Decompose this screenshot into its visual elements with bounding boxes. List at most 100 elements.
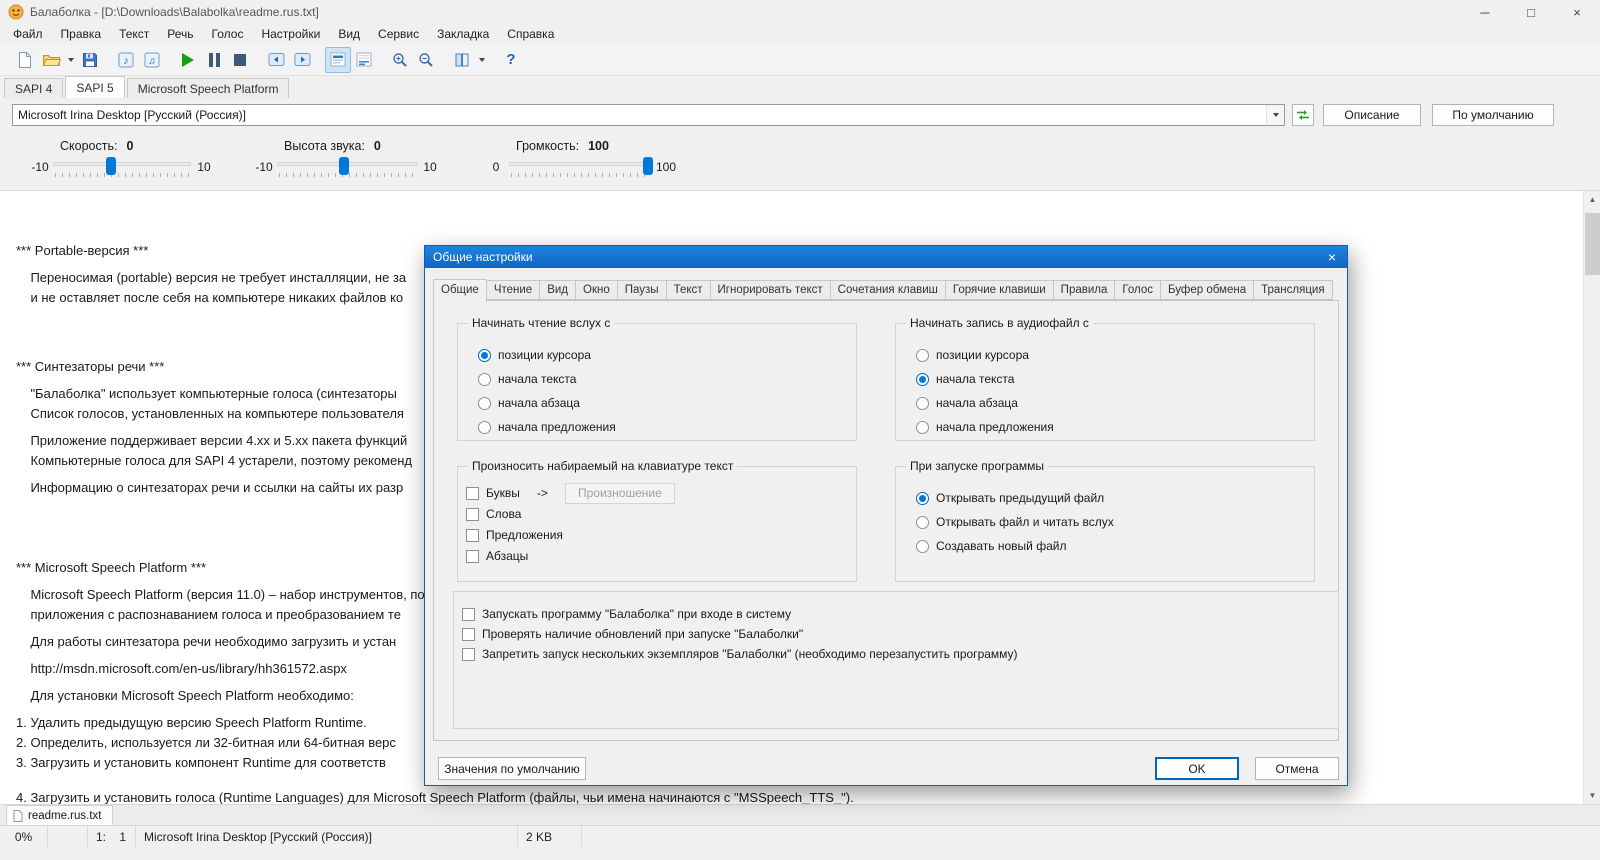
checkbox-option[interactable]: Предложения bbox=[466, 527, 856, 543]
statusbar-voice-cell: Microsoft Irina Desktop [Русский (Россия… bbox=[136, 826, 518, 847]
checkbox-option[interactable]: Запускать программу "Балаболка" при вход… bbox=[462, 606, 1338, 622]
file-tab[interactable]: readme.rus.txt bbox=[6, 805, 113, 825]
dialog-tab[interactable]: Буфер обмена bbox=[1160, 280, 1255, 300]
dialog-tab[interactable]: Текст bbox=[666, 280, 711, 300]
volume-value: 100 bbox=[588, 139, 609, 153]
checkbox-option[interactable]: Абзацы bbox=[466, 548, 856, 564]
maximize-button[interactable]: □ bbox=[1508, 0, 1554, 24]
save-file-icon[interactable] bbox=[77, 47, 103, 73]
vertical-scrollbar[interactable]: ▲ ▼ bbox=[1583, 191, 1600, 804]
radio-option[interactable]: начала абзаца bbox=[478, 395, 856, 411]
voice-default-button[interactable]: По умолчанию bbox=[1432, 103, 1554, 126]
dialog-tab[interactable]: Голос bbox=[1115, 280, 1161, 300]
radio-option[interactable]: позиции курсора bbox=[478, 347, 856, 363]
voice-select-value: Microsoft Irina Desktop [Русский (Россия… bbox=[18, 107, 246, 122]
radio-option[interactable]: начала текста bbox=[916, 371, 1314, 387]
dialog-tab[interactable]: Трансляция bbox=[1254, 280, 1333, 300]
menu-item[interactable]: Вид bbox=[329, 25, 369, 43]
radio-option[interactable]: позиции курсора bbox=[916, 347, 1314, 363]
dialog-tab[interactable]: Вид bbox=[540, 280, 577, 300]
radio-icon bbox=[916, 491, 929, 505]
help-icon[interactable]: ? bbox=[498, 47, 524, 73]
menu-item[interactable]: Справка bbox=[498, 25, 563, 43]
minimize-button[interactable]: ─ bbox=[1462, 0, 1508, 24]
misc-group: Запускать программу "Балаболка" при вход… bbox=[453, 591, 1339, 729]
voice-select[interactable]: Microsoft Irina Desktop [Русский (Россия… bbox=[12, 103, 1285, 126]
play-icon[interactable] bbox=[175, 47, 201, 73]
rate-slider-thumb[interactable] bbox=[105, 157, 116, 175]
voice-description-button[interactable]: Описание bbox=[1323, 103, 1421, 126]
checkbox-option[interactable]: Слова bbox=[466, 506, 856, 522]
pause-icon[interactable] bbox=[201, 47, 227, 73]
menu-item[interactable]: Текст bbox=[110, 25, 158, 43]
menu-item[interactable]: Речь bbox=[158, 25, 202, 43]
save-audio-icon[interactable]: ♪ bbox=[113, 47, 139, 73]
dialog-tab[interactable]: Игнорировать текст bbox=[710, 280, 831, 300]
pitch-slider-track[interactable] bbox=[277, 157, 417, 177]
dialog-titlebar[interactable]: Общие настройки × bbox=[425, 246, 1347, 268]
ok-button[interactable]: OK bbox=[1155, 757, 1239, 780]
radio-option[interactable]: начала текста bbox=[478, 371, 856, 387]
dictionary-icon[interactable] bbox=[449, 47, 475, 73]
radio-option[interactable]: начала предложения bbox=[916, 419, 1314, 435]
menu-item[interactable]: Сервис bbox=[369, 25, 428, 43]
radio-option[interactable]: начала предложения bbox=[478, 419, 856, 435]
magnifier-minus-icon[interactable] bbox=[413, 47, 439, 73]
letters-checkbox-option[interactable]: Буквы -> Произношение bbox=[466, 482, 856, 504]
file-tab-label: readme.rus.txt bbox=[28, 809, 102, 822]
magnifier-plus-icon[interactable] bbox=[387, 47, 413, 73]
scrollbar-thumb[interactable] bbox=[1585, 213, 1600, 275]
read-start-group: Начинать чтение вслух с позиции курсора … bbox=[457, 316, 857, 441]
record-start-group: Начинать запись в аудиофайл с позиции ку… bbox=[895, 316, 1315, 441]
radio-option[interactable]: Открывать предыдущий файл bbox=[916, 490, 1314, 506]
dialog-tab[interactable]: Паузы bbox=[617, 280, 667, 300]
sapi-tab[interactable]: Microsoft Speech Platform bbox=[126, 78, 290, 98]
next-fragment-icon[interactable] bbox=[289, 47, 315, 73]
dialog-tab[interactable]: Чтение bbox=[486, 280, 541, 300]
pitch-slider-thumb[interactable] bbox=[339, 157, 350, 175]
split-audio-icon[interactable]: ♫ bbox=[139, 47, 165, 73]
voice-select-dropdown-icon[interactable] bbox=[1266, 104, 1284, 125]
dictionary-dropdown-icon[interactable] bbox=[475, 47, 488, 73]
prev-fragment-icon[interactable] bbox=[263, 47, 289, 73]
dialog-tab[interactable]: Горячие клавиши bbox=[945, 280, 1054, 300]
volume-slider-thumb[interactable] bbox=[643, 157, 653, 175]
subtitles-icon[interactable] bbox=[351, 47, 377, 73]
arrow-label: -> bbox=[536, 486, 548, 500]
cancel-button[interactable]: Отмена bbox=[1255, 757, 1339, 780]
radio-option[interactable]: Создавать новый файл bbox=[916, 538, 1314, 554]
dialog-tab[interactable]: Окно bbox=[576, 280, 618, 300]
stop-icon[interactable] bbox=[227, 47, 253, 73]
menu-item[interactable]: Файл bbox=[4, 25, 52, 43]
scroll-down-icon[interactable]: ▼ bbox=[1584, 787, 1600, 804]
dialog-tab[interactable]: Общие bbox=[433, 279, 487, 302]
checkbox-option[interactable]: Проверять наличие обновлений при запуске… bbox=[462, 626, 1338, 642]
radio-option[interactable]: Открывать файл и читать вслух bbox=[916, 514, 1314, 530]
volume-slider-track[interactable] bbox=[509, 157, 653, 177]
refresh-voices-button[interactable] bbox=[1292, 103, 1314, 126]
rate-slider-track[interactable] bbox=[53, 157, 191, 177]
close-button[interactable]: × bbox=[1554, 0, 1600, 24]
sapi-tab[interactable]: SAPI 5 bbox=[65, 76, 125, 98]
menu-item[interactable]: Закладка bbox=[428, 25, 498, 43]
new-file-icon[interactable] bbox=[12, 47, 38, 73]
highlight-text-icon[interactable] bbox=[325, 46, 351, 73]
dialog-tab[interactable]: Сочетания клавиш bbox=[830, 280, 946, 300]
menu-item[interactable]: Настройки bbox=[252, 25, 329, 43]
dialog-close-icon[interactable]: × bbox=[1317, 246, 1347, 268]
checkbox-icon bbox=[462, 627, 475, 641]
defaults-button[interactable]: Значения по умолчанию bbox=[438, 757, 586, 780]
menu-item[interactable]: Правка bbox=[52, 25, 111, 43]
dialog-tab[interactable]: Правила bbox=[1053, 280, 1116, 300]
sapi-tab[interactable]: SAPI 4 bbox=[4, 78, 64, 98]
radio-option[interactable]: начала абзаца bbox=[916, 395, 1314, 411]
checkbox-option[interactable]: Запретить запуск нескольких экземпляров … bbox=[462, 646, 1338, 662]
scroll-up-icon[interactable]: ▲ bbox=[1584, 191, 1600, 208]
app-icon bbox=[8, 4, 24, 20]
titlebar: Балаболка - [D:\Downloads\Balabolka\read… bbox=[0, 0, 1600, 24]
radio-icon bbox=[916, 539, 929, 553]
menu-item[interactable]: Голос bbox=[203, 25, 253, 43]
open-file-dropdown-icon[interactable] bbox=[64, 47, 77, 73]
document-line: 4. Загрузить и установить голоса (Runtim… bbox=[16, 790, 854, 804]
open-file-icon[interactable] bbox=[38, 47, 64, 73]
